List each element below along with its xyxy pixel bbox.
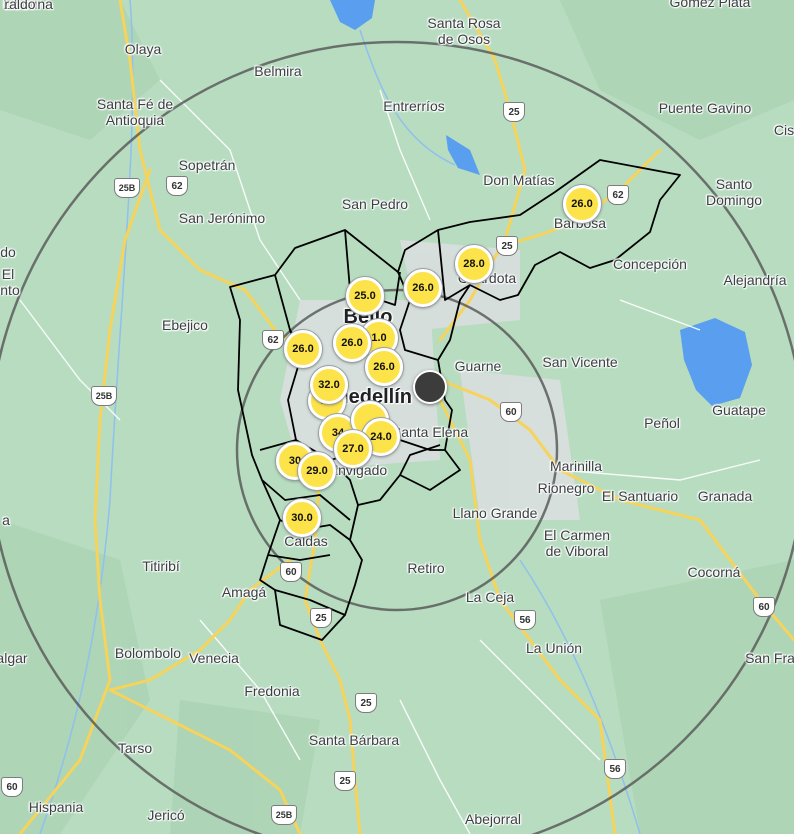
route-shield-icon: 60 [280,562,302,582]
place-label: a [2,512,10,528]
place-label: do [0,244,16,260]
air-quality-marker-icon[interactable]: 29.0 [298,452,336,490]
place-label: Don Matías [483,172,555,188]
route-shield-icon: 60 [753,597,775,617]
location-pin-icon[interactable] [413,370,447,404]
place-label: raldo [4,0,36,12]
place-label: nto [0,282,20,298]
place-label: Tarso [117,740,153,756]
place-label: Santa Fé de Antioquia [96,96,174,128]
place-label: Venecia [189,650,239,666]
place-label: Titiribí [142,558,180,574]
route-shield-icon: 56 [604,759,626,779]
air-quality-marker-icon[interactable]: 32.0 [310,366,348,404]
place-label: Rionegro [537,480,595,496]
place-label: Puente Gavino [658,100,752,116]
air-quality-marker-icon[interactable]: 26.0 [365,348,403,386]
route-shield-icon: 60 [500,402,522,422]
place-label: Belmira [254,63,302,79]
place-label: San Vicente [542,354,618,370]
map-canvas[interactable]: Liborina Gómez Plata Santa Rosa de Osos Ola… [0,0,794,834]
place-label: Cocorná [687,564,741,580]
route-shield-icon: 25B [114,178,140,198]
route-shield-icon: 25 [310,608,332,628]
place-label: Llano Grande [452,505,538,521]
place-label: San Jerónimo [178,210,266,226]
place-label: Sopetrán [178,157,236,173]
place-label: Ebejico [162,317,208,333]
route-shield-icon: 25B [91,386,117,406]
place-label: Abejorral [464,811,522,827]
place-label: El [1,266,15,282]
place-label: Bolombolo [114,645,182,661]
air-quality-marker-icon[interactable]: 26.0 [284,330,322,368]
place-label: Santo Domingo [705,176,763,208]
place-label: Retiro [407,560,445,576]
place-label: Alejandría [723,272,787,288]
place-label: Santa Rosa de Osos [427,15,501,47]
place-label: La Ceja [465,589,515,605]
place-label: Entrerríos [383,98,445,114]
air-quality-marker-icon[interactable]: 27.0 [334,430,372,468]
route-shield-icon: 25 [496,236,518,256]
place-label: Olaya [124,41,162,57]
route-shield-icon: 62 [262,330,284,350]
air-quality-marker-icon[interactable]: 26.0 [404,269,442,307]
route-shield-icon: 60 [1,777,23,797]
place-label: Peñol [644,415,680,431]
place-label: Concepción [613,256,687,272]
place-label: Guatape [712,402,766,418]
air-quality-marker-icon[interactable]: 28.0 [455,245,493,283]
route-shield-icon: 25 [334,771,356,791]
air-quality-marker-icon[interactable]: 25.0 [346,277,384,315]
place-label: Cis [773,122,794,138]
place-label: Amagá [221,584,267,600]
place-label: Fredonia [244,683,300,699]
air-quality-marker-icon[interactable]: 26.0 [333,324,371,362]
place-label: Hispania [28,799,84,815]
air-quality-marker-icon[interactable]: 30.0 [283,499,321,537]
route-shield-icon: 62 [607,185,629,205]
place-label: Jericó [147,807,185,823]
place-label: San Fra [745,650,794,666]
air-quality-marker-icon[interactable]: 26.0 [563,185,601,223]
route-shield-icon: 56 [514,610,536,630]
place-label: algar [0,650,28,666]
place-label: Granada [697,488,753,504]
place-label: Marinilla [549,458,603,474]
route-shield-icon: 62 [166,176,188,196]
route-shield-icon: 25 [355,693,377,713]
place-label: San Pedro [341,196,409,212]
place-label: El Carmen de Viboral [543,527,611,559]
place-label: Guarne [454,358,502,374]
route-shield-icon: 25B [271,805,297,825]
route-shield-icon: 25 [503,102,525,122]
place-label: Santa Elena [391,424,469,440]
place-label: Gómez Plata [669,0,751,10]
place-label: El Santuario [601,488,679,504]
place-label: Santa Bárbara [308,732,400,748]
place-label: La Unión [525,640,583,656]
